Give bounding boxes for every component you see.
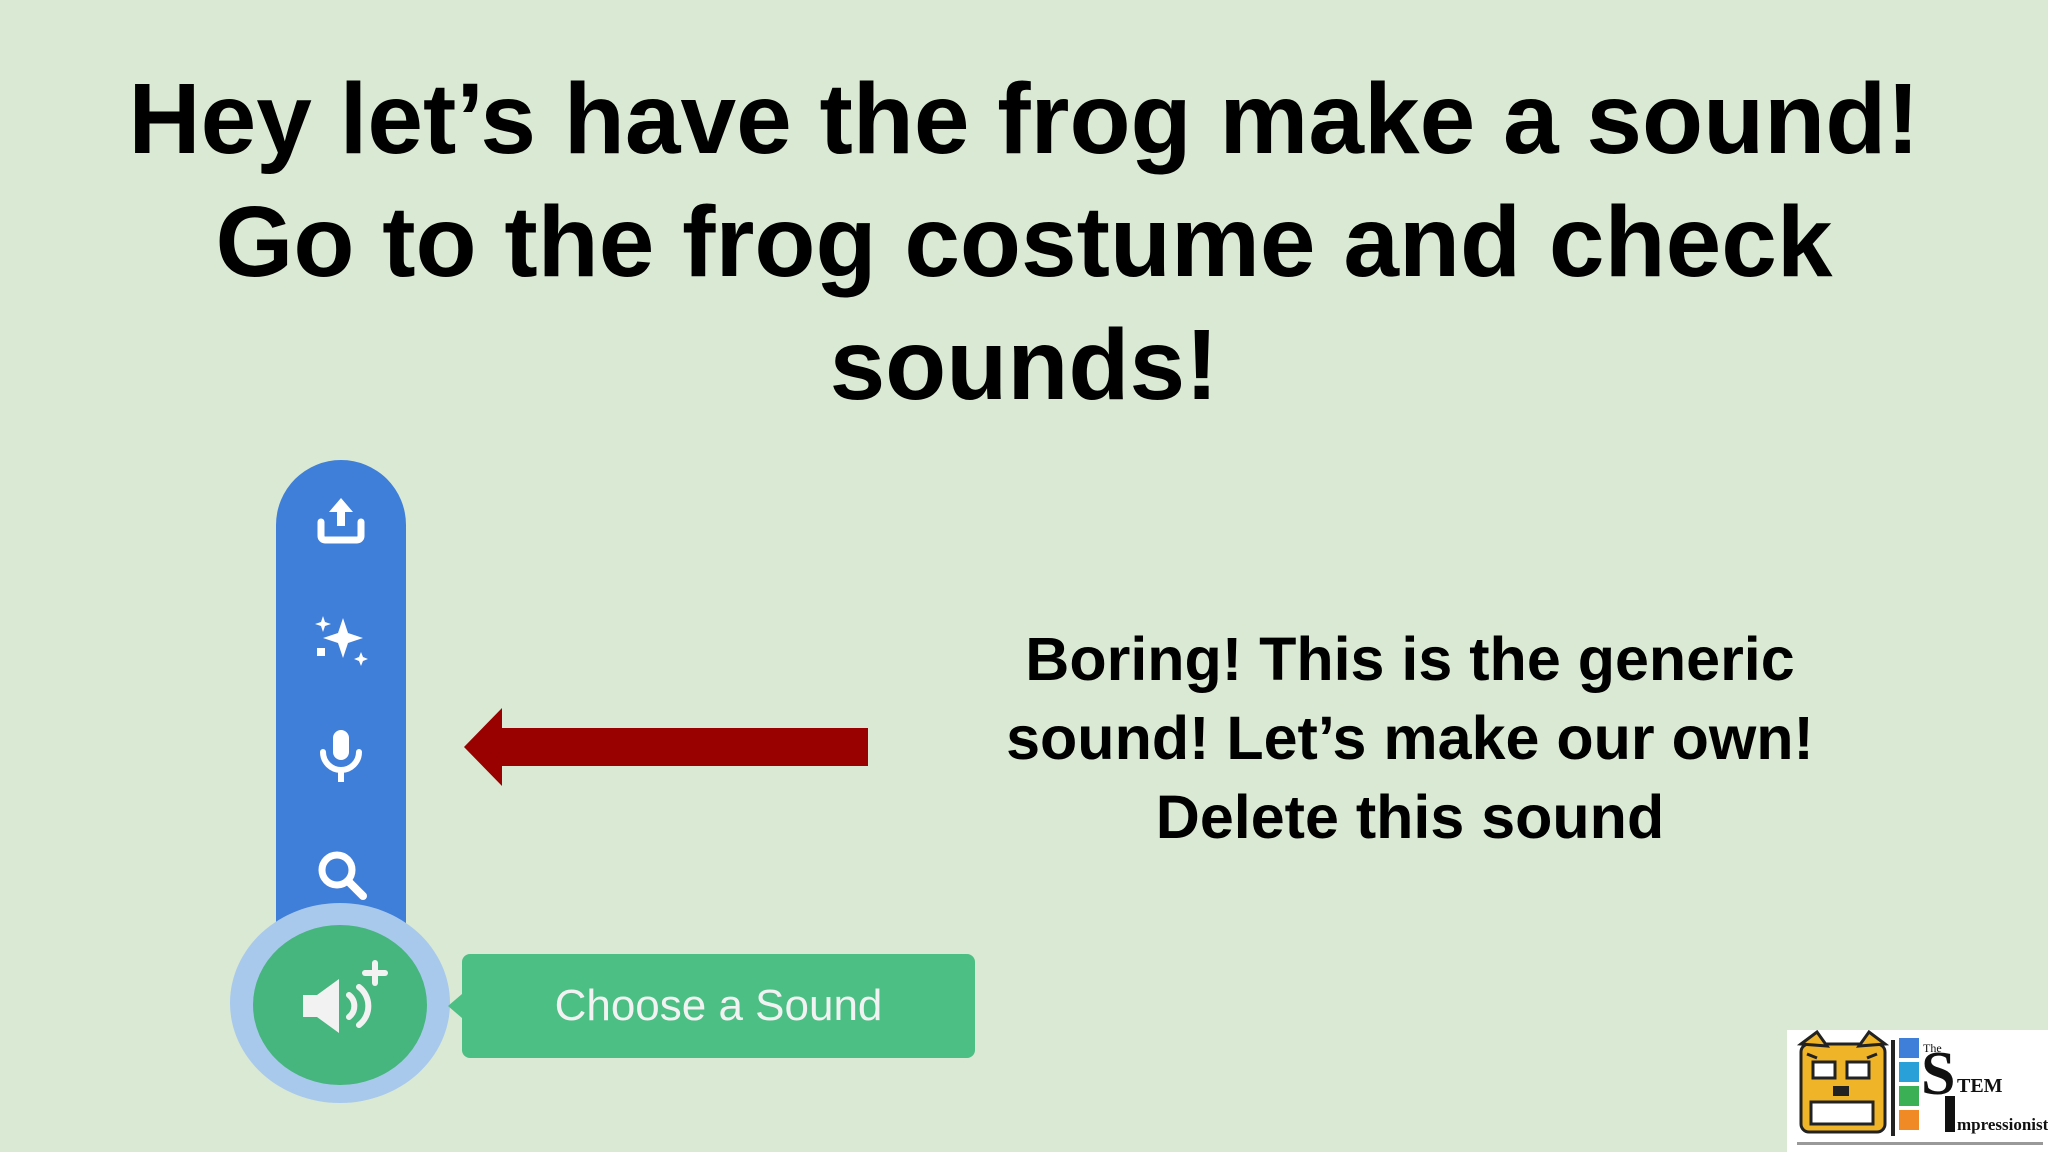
- choose-sound-button[interactable]: [253, 925, 427, 1085]
- slide-title: Hey let’s have the frog make a sound! Go…: [0, 58, 2048, 427]
- callout-text: Boring! This is the generic sound! Let’s…: [930, 620, 1890, 857]
- search-icon[interactable]: [311, 844, 371, 904]
- svg-text:mpressionists: mpressionists: [1957, 1115, 2048, 1134]
- tooltip-label: Choose a Sound: [554, 981, 883, 1030]
- stem-impressionists-logo: The S TEM mpressionists: [1787, 1030, 2048, 1152]
- upload-icon[interactable]: [311, 490, 371, 550]
- callout-line: sound! Let’s make our own!: [1006, 704, 1814, 772]
- callout-line: Delete this sound: [1155, 783, 1665, 851]
- tiger-mascot-icon: [1796, 1030, 1890, 1134]
- title-line: Hey let’s have the frog make a sound!: [128, 63, 1920, 175]
- title-line: sounds!: [829, 309, 1219, 421]
- choose-sound-tooltip: Choose a Sound: [448, 954, 975, 1058]
- callout-line: Boring! This is the generic: [1025, 625, 1795, 693]
- svg-text:TEM: TEM: [1957, 1075, 2003, 1097]
- sparkle-icon[interactable]: [311, 608, 371, 668]
- microphone-icon[interactable]: [311, 726, 371, 786]
- title-line: Go to the frog costume and check: [215, 186, 1833, 298]
- left-arrow: [464, 708, 868, 786]
- speaker-plus-icon: [303, 960, 388, 1033]
